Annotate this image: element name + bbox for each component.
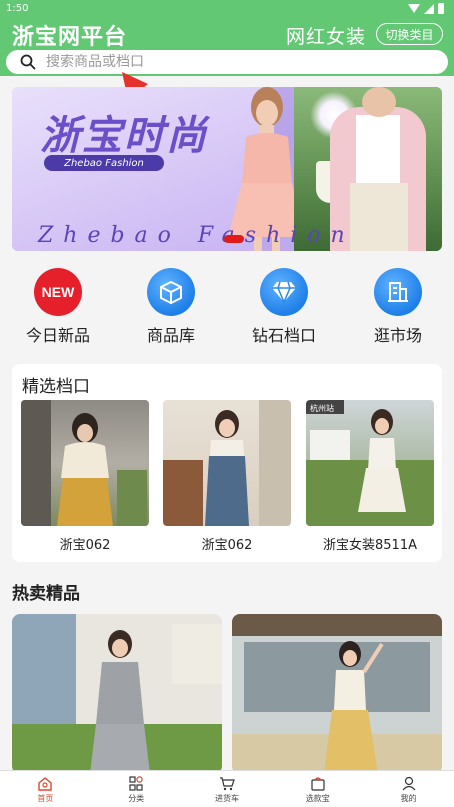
search-icon: [20, 54, 36, 70]
banner-subtitle: Zhebao Fashion: [38, 223, 355, 248]
signal-icon: [424, 3, 434, 14]
stall-name: 浙宝062: [201, 538, 253, 553]
quick-entry-label: 今日新品: [25, 326, 90, 345]
tab-label: 分类: [128, 794, 145, 803]
bag-icon: [272, 775, 363, 791]
tab-label: 进货车: [214, 794, 239, 803]
tab-profile[interactable]: 我的: [363, 771, 454, 807]
stall-photo: 杭州站: [306, 400, 434, 526]
section-title: 精选档口: [22, 377, 90, 397]
diamond-icon: [260, 268, 308, 316]
search-input[interactable]: [46, 54, 426, 70]
tab-label: 选款宝: [305, 794, 330, 803]
product-photo: [232, 614, 442, 774]
search-bar[interactable]: [6, 50, 448, 74]
tab-home[interactable]: 首页: [0, 771, 91, 807]
status-time: 1:50: [6, 3, 29, 14]
stall-card[interactable]: 杭州站 浙宝女装8511A: [306, 400, 434, 553]
stall-name: 浙宝女装8511A: [323, 538, 417, 553]
quick-entry-label: 商品库: [146, 326, 195, 345]
banner-pill: Zhebao Fashion: [44, 155, 164, 171]
tab-style-picker[interactable]: 选款宝: [272, 771, 363, 807]
quick-entry-browse-market[interactable]: 逛市场: [348, 268, 448, 346]
product-card[interactable]: [12, 614, 222, 774]
tab-label: 首页: [37, 794, 54, 803]
quick-entry-label: 逛市场: [373, 326, 422, 345]
current-category: 网红女装: [286, 26, 367, 48]
stall-card[interactable]: 浙宝062: [21, 400, 149, 553]
tab-label: 我的: [400, 794, 417, 803]
quick-entry-new-arrivals[interactable]: NEW 今日新品: [8, 268, 108, 346]
banner-title: 浙宝时尚: [40, 113, 208, 159]
quick-entry-diamond-stalls[interactable]: 钻石档口: [234, 268, 334, 346]
battery-icon: [438, 3, 444, 14]
category-icon: [91, 775, 182, 791]
box-icon: [147, 268, 195, 316]
stall-name: 浙宝062: [59, 538, 111, 553]
featured-stalls-card: 精选档口 浙宝062 浙宝062 杭州站 浙宝女装8511A: [12, 364, 442, 562]
product-card[interactable]: [232, 614, 442, 774]
app-header: 1:50 浙宝网平台 网红女装 切换类目: [0, 0, 454, 76]
home-icon: [0, 775, 91, 791]
tab-category[interactable]: 分类: [91, 771, 182, 807]
status-icons: [408, 3, 444, 14]
wifi-icon: [408, 4, 420, 13]
bottom-tab-bar: 首页 分类 进货车 选款宝 我的: [0, 770, 454, 807]
quick-entries: NEW 今日新品 商品库 钻石档口 逛市场: [0, 268, 454, 348]
tab-cart[interactable]: 进货车: [182, 771, 273, 807]
quick-entry-label: 钻石档口: [251, 326, 316, 345]
building-icon: [374, 268, 422, 316]
stall-photo: [163, 400, 291, 526]
product-photo: [12, 614, 222, 774]
carousel-indicator[interactable]: [224, 235, 244, 243]
promo-banner[interactable]: 浙宝时尚 Zhebao Fashion Zhebao Fashion: [12, 87, 442, 251]
section-title: 热卖精品: [12, 584, 80, 604]
stall-location-tag: 杭州站: [310, 404, 334, 413]
stall-photo: [21, 400, 149, 526]
app-title: 浙宝网平台: [12, 25, 128, 50]
user-icon: [363, 775, 454, 791]
quick-entry-product-library[interactable]: 商品库: [121, 268, 221, 346]
switch-category-button[interactable]: 切换类目: [376, 23, 443, 45]
cart-icon: [182, 775, 273, 791]
stall-card[interactable]: 浙宝062: [163, 400, 291, 553]
new-badge-icon: NEW: [34, 268, 82, 316]
